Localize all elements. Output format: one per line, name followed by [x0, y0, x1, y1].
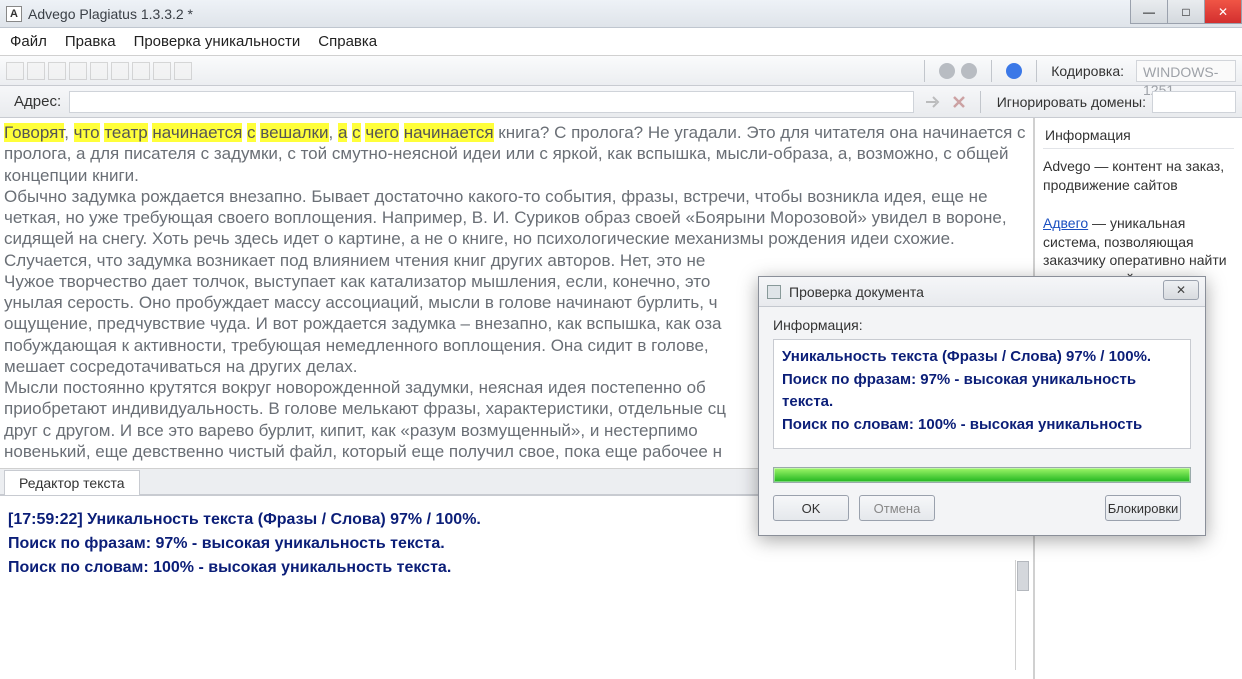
log-line: Поиск по словам: 100% - высокая уникальн… [8, 556, 1025, 580]
copy-icon[interactable] [90, 62, 108, 80]
address-input[interactable] [69, 91, 914, 113]
paragraph-text: Случается, что задумка возникает под вли… [4, 251, 705, 270]
highlighted-word: начинается [152, 123, 242, 142]
dialog-buttons: OK Отмена Блокировки [759, 483, 1205, 535]
paragraph-text: побуждающая к активности, требующая неме… [4, 336, 709, 355]
check-icon[interactable] [132, 62, 150, 80]
sidebar-heading: Информация [1043, 124, 1234, 149]
settings-icon[interactable] [939, 63, 955, 79]
paragraph-text: новенький, еще девственно чистый файл, к… [4, 442, 722, 461]
paragraph-text: друг с другом. И все это варево бурлит, … [4, 421, 698, 440]
separator [991, 60, 992, 82]
scroll-thumb[interactable] [1017, 561, 1029, 591]
check-dialog: Проверка документа ✕ Информация: Уникаль… [758, 276, 1206, 536]
dialog-body: Информация: Уникальность текста (Фразы /… [759, 307, 1205, 455]
sidebar-tagline: Advego — контент на заказ, продвижение с… [1043, 157, 1234, 195]
menu-bar: Файл Правка Проверка уникальности Справк… [0, 28, 1242, 56]
menu-check[interactable]: Проверка уникальности [134, 33, 301, 50]
highlighted-word: чего [365, 123, 399, 142]
address-bar: Адрес: Игнорировать домены: [0, 86, 1242, 118]
toolbar: Кодировка: WINDOWS-1251 [0, 56, 1242, 86]
address-label: Адрес: [6, 93, 69, 110]
maximize-button[interactable]: □ [1167, 0, 1205, 24]
paragraph-text: мешает сосредотачиваться на других делах… [4, 357, 357, 376]
new-file-icon[interactable] [6, 62, 24, 80]
dialog-icon [767, 285, 781, 299]
ignore-domains-label: Игнорировать домены: [997, 94, 1146, 110]
tab-editor[interactable]: Редактор текста [4, 470, 140, 495]
close-button[interactable]: ✕ [1204, 0, 1242, 24]
clear-icon[interactable] [949, 92, 969, 112]
highlighted-word: вешалки [260, 123, 328, 142]
ignore-domains-input[interactable] [1152, 91, 1236, 113]
window-title: Advego Plagiatus 1.3.3.2 * [28, 6, 193, 22]
paste-icon[interactable] [111, 62, 129, 80]
html-icon[interactable] [27, 62, 45, 80]
highlighted-word: что [74, 123, 100, 142]
save-icon[interactable] [69, 62, 87, 80]
sidebar-link[interactable]: Адвего [1043, 215, 1088, 231]
toolbar-icons [6, 62, 192, 80]
dialog-info-box: Уникальность текста (Фразы / Слова) 97% … [773, 339, 1191, 449]
go-arrow-icon[interactable] [923, 92, 943, 112]
toolbar-right-icons: Кодировка: WINDOWS-1251 [916, 60, 1236, 82]
separator [924, 60, 925, 82]
dialog-title: Проверка документа [789, 284, 924, 300]
paragraph-text: ощущение, предчувствие чуда. И вот рожда… [4, 314, 721, 333]
open-icon[interactable] [48, 62, 66, 80]
window-controls: — □ ✕ [1131, 0, 1242, 24]
refresh-icon[interactable] [153, 62, 171, 80]
separator [980, 91, 981, 113]
paragraph-text: Мысли постоянно крутятся вокруг новорожд… [4, 378, 706, 397]
globe-icon[interactable] [174, 62, 192, 80]
minimize-button[interactable]: — [1130, 0, 1168, 24]
dialog-close-button[interactable]: ✕ [1163, 280, 1199, 300]
paragraph-text: унылая серость. Оно пробуждает массу асс… [4, 293, 718, 312]
separator [1036, 60, 1037, 82]
dialog-titlebar: Проверка документа ✕ [759, 277, 1205, 307]
lock-icon[interactable] [961, 63, 977, 79]
paragraph-text: Обычно задумка рождается внезапно. Бывае… [4, 187, 1007, 249]
blocks-button[interactable]: Блокировки [1105, 495, 1181, 521]
highlighted-word: с [247, 123, 256, 142]
dialog-info-line: Поиск по фразам: 97% - высокая уникально… [782, 369, 1182, 414]
highlighted-word: Говорят [4, 123, 64, 142]
dialog-info-label: Информация: [773, 317, 1191, 333]
log-scrollbar[interactable] [1015, 560, 1029, 670]
menu-file[interactable]: Файл [10, 33, 47, 50]
dialog-info-line: Поиск по словам: 100% - высокая уникальн… [782, 414, 1182, 437]
highlighted-word: а [338, 123, 347, 142]
menu-help[interactable]: Справка [318, 33, 377, 50]
menu-edit[interactable]: Правка [65, 33, 116, 50]
cancel-button[interactable]: Отмена [859, 495, 935, 521]
dialog-progress-bar [773, 467, 1191, 483]
highlighted-word: начинается [404, 123, 494, 142]
encoding-label: Кодировка: [1051, 63, 1124, 79]
window-titlebar: A Advego Plagiatus 1.3.3.2 * — □ ✕ [0, 0, 1242, 28]
help-icon[interactable] [1006, 63, 1022, 79]
highlighted-word: с [352, 123, 361, 142]
ok-button[interactable]: OK [773, 495, 849, 521]
dialog-info-line: Уникальность текста (Фразы / Слова) 97% … [782, 346, 1182, 369]
paragraph-text: приобретают индивидуальность. В голове м… [4, 399, 726, 418]
app-icon: A [6, 6, 22, 22]
encoding-select[interactable]: WINDOWS-1251 [1136, 60, 1236, 82]
paragraph-text: Чужое творчество дает толчок, выступает … [4, 272, 710, 291]
highlighted-word: театр [104, 123, 147, 142]
